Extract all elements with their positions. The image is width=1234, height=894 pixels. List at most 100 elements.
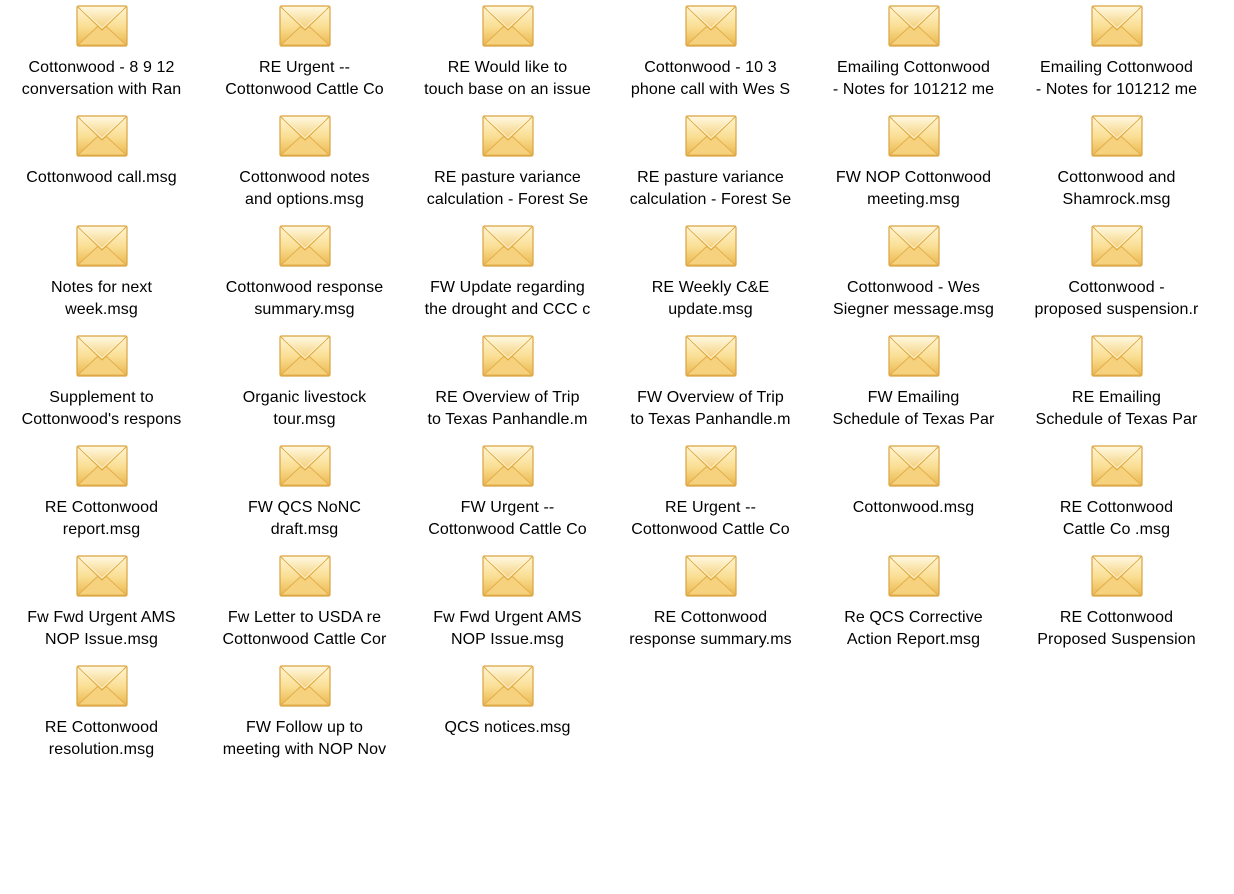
file-item[interactable]: RE Cottonwood resolution.msg <box>0 660 203 770</box>
file-name-label: Cottonwood - 8 9 12 conversation with Ra… <box>0 57 203 101</box>
file-name-line-1: QCS notices.msg <box>444 719 571 736</box>
file-name-label: RE pasture variance calculation - Forest… <box>406 167 609 211</box>
file-item[interactable]: FW Emailing Schedule of Texas Par <box>812 330 1015 440</box>
file-name-line-1: Cottonwood notes <box>239 169 370 186</box>
file-item[interactable]: Cottonwood and Shamrock.msg <box>1015 110 1218 220</box>
file-item[interactable]: FW Urgent -- Cottonwood Cattle Co <box>406 440 609 550</box>
file-name-line-1: RE Emailing <box>1071 389 1162 406</box>
file-name-label: Fw Fwd Urgent AMS NOP Issue.msg <box>406 607 609 651</box>
envelope-msg-icon <box>684 333 738 379</box>
file-item[interactable]: Cottonwood.msg <box>812 440 1015 550</box>
file-name-line-1: RE Cottonwood <box>44 719 159 736</box>
file-item[interactable]: RE Cottonwood response summary.ms <box>609 550 812 660</box>
envelope-msg-icon <box>1090 3 1144 49</box>
file-item[interactable]: FW QCS NoNC draft.msg <box>203 440 406 550</box>
envelope-msg-icon <box>684 223 738 269</box>
envelope-msg-icon <box>278 3 332 49</box>
file-name-line-2: NOP Issue.msg <box>450 631 565 648</box>
envelope-msg-icon <box>684 553 738 599</box>
file-name-line-2: report.msg <box>62 521 141 538</box>
file-item[interactable]: Organic livestock tour.msg <box>203 330 406 440</box>
file-name-line-2: conversation with Ran <box>21 81 182 98</box>
file-name-line-1: Cottonwood call.msg <box>26 169 177 186</box>
file-item[interactable]: Fw Letter to USDA re Cottonwood Cattle C… <box>203 550 406 660</box>
file-name-line-2: tour.msg <box>273 411 336 428</box>
file-item[interactable]: RE Emailing Schedule of Texas Par <box>1015 330 1218 440</box>
file-item[interactable]: Emailing Cottonwood - Notes for 101212 m… <box>1015 0 1218 110</box>
file-item[interactable]: RE Urgent -- Cottonwood Cattle Co <box>609 440 812 550</box>
file-item[interactable]: Supplement to Cottonwood's respons <box>0 330 203 440</box>
file-name-line-2: draft.msg <box>270 521 339 538</box>
file-item[interactable]: Cottonwood notes and options.msg <box>203 110 406 220</box>
file-item[interactable]: Cottonwood response summary.msg <box>203 220 406 330</box>
file-item[interactable]: Cottonwood call.msg <box>0 110 203 220</box>
file-item[interactable]: Cottonwood - Wes Siegner message.msg <box>812 220 1015 330</box>
file-name-line-1: Organic livestock <box>242 389 367 406</box>
file-name-label: RE Urgent -- Cottonwood Cattle Co <box>609 497 812 541</box>
file-name-label: Cottonwood - 10 3 phone call with Wes S <box>609 57 812 101</box>
file-item[interactable]: RE Weekly C&E update.msg <box>609 220 812 330</box>
file-name-line-2: response summary.ms <box>629 631 792 648</box>
file-item[interactable]: Cottonwood - proposed suspension.r <box>1015 220 1218 330</box>
envelope-msg-icon <box>75 113 129 159</box>
file-name-label: Cottonwood call.msg <box>0 167 203 189</box>
file-name-line-2: Cottonwood Cattle Co <box>225 81 384 98</box>
file-item[interactable]: RE Urgent -- Cottonwood Cattle Co <box>203 0 406 110</box>
file-name-line-2: - Notes for 101212 me <box>1035 81 1198 98</box>
file-name-line-2: calculation - Forest Se <box>629 191 792 208</box>
file-icon-grid: Cottonwood - 8 9 12 conversation with Ra… <box>0 0 1234 894</box>
file-name-line-2: Siegner message.msg <box>832 301 995 318</box>
file-name-line-2: Cottonwood's respons <box>21 411 182 428</box>
file-name-line-1: Fw Fwd Urgent AMS <box>433 609 582 626</box>
file-item[interactable]: Fw Fwd Urgent AMS NOP Issue.msg <box>406 550 609 660</box>
file-name-label: RE Would like to touch base on an issue <box>406 57 609 101</box>
file-name-line-1: Cottonwood - 10 3 <box>644 59 777 76</box>
file-name-line-2: update.msg <box>668 301 753 318</box>
file-name-line-1: RE Urgent -- <box>259 59 350 76</box>
envelope-msg-icon <box>887 3 941 49</box>
file-name-line-2: - Notes for 101212 me <box>832 81 995 98</box>
envelope-msg-icon <box>481 553 535 599</box>
envelope-msg-icon <box>887 333 941 379</box>
file-item[interactable]: FW Update regarding the drought and CCC … <box>406 220 609 330</box>
envelope-msg-icon <box>278 113 332 159</box>
envelope-msg-icon <box>887 223 941 269</box>
file-item[interactable]: FW Overview of Trip to Texas Panhandle.m <box>609 330 812 440</box>
file-item[interactable]: RE Cottonwood report.msg <box>0 440 203 550</box>
envelope-msg-icon <box>75 443 129 489</box>
envelope-msg-icon <box>75 223 129 269</box>
file-item[interactable]: Cottonwood - 10 3 phone call with Wes S <box>609 0 812 110</box>
envelope-msg-icon <box>1090 553 1144 599</box>
file-name-line-2: Cattle Co .msg <box>1062 521 1171 538</box>
file-item[interactable]: RE pasture variance calculation - Forest… <box>609 110 812 220</box>
file-name-line-2: proposed suspension.r <box>1034 301 1199 318</box>
file-item[interactable]: Emailing Cottonwood - Notes for 101212 m… <box>812 0 1015 110</box>
file-item[interactable]: RE Overview of Trip to Texas Panhandle.m <box>406 330 609 440</box>
file-name-label: Cottonwood and Shamrock.msg <box>1015 167 1218 211</box>
file-name-line-2: Cottonwood Cattle Co <box>631 521 790 538</box>
envelope-msg-icon <box>75 663 129 709</box>
file-name-label: FW NOP Cottonwood meeting.msg <box>812 167 1015 211</box>
file-name-line-2: calculation - Forest Se <box>426 191 589 208</box>
file-item[interactable]: Notes for next week.msg <box>0 220 203 330</box>
file-name-label: RE pasture variance calculation - Forest… <box>609 167 812 211</box>
file-item[interactable]: RE Would like to touch base on an issue <box>406 0 609 110</box>
file-item[interactable]: RE Cottonwood Cattle Co .msg <box>1015 440 1218 550</box>
file-name-line-1: RE pasture variance <box>434 169 581 186</box>
file-item[interactable]: FW Follow up to meeting with NOP Nov <box>203 660 406 770</box>
file-item[interactable]: Cottonwood - 8 9 12 conversation with Ra… <box>0 0 203 110</box>
file-name-label: RE Cottonwood Proposed Suspension <box>1015 607 1218 651</box>
file-name-line-1: Cottonwood - Wes <box>847 279 980 296</box>
file-item[interactable]: FW NOP Cottonwood meeting.msg <box>812 110 1015 220</box>
file-name-label: FW Overview of Trip to Texas Panhandle.m <box>609 387 812 431</box>
file-name-line-1: RE Urgent -- <box>665 499 756 516</box>
file-item[interactable]: RE pasture variance calculation - Forest… <box>406 110 609 220</box>
file-item[interactable]: QCS notices.msg <box>406 660 609 770</box>
file-item[interactable]: Re QCS Corrective Action Report.msg <box>812 550 1015 660</box>
file-name-label: QCS notices.msg <box>406 717 609 739</box>
file-name-line-1: FW Update regarding <box>430 279 585 296</box>
file-item[interactable]: RE Cottonwood Proposed Suspension <box>1015 550 1218 660</box>
file-item[interactable]: Fw Fwd Urgent AMS NOP Issue.msg <box>0 550 203 660</box>
envelope-msg-icon <box>1090 443 1144 489</box>
file-name-label: Cottonwood response summary.msg <box>203 277 406 321</box>
